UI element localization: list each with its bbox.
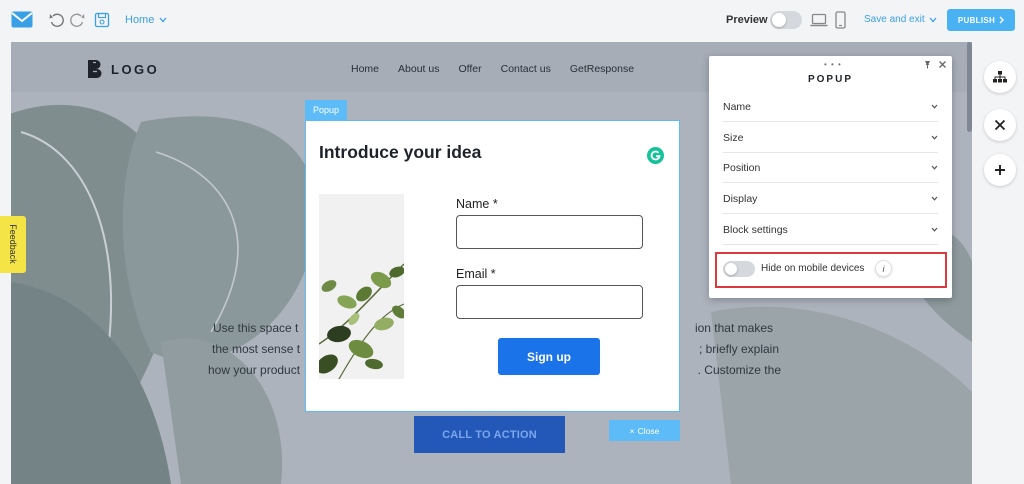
email-field-label: Email * (456, 267, 496, 281)
close-icon (994, 119, 1006, 131)
section-block-settings[interactable]: Block settings (723, 215, 938, 245)
close-label: Close (637, 425, 660, 436)
section-position-label: Position (723, 161, 761, 174)
chevron-down-icon (159, 17, 167, 23)
logo-text: LOGO (111, 61, 160, 77)
hide-on-mobile-toggle[interactable] (723, 261, 755, 277)
section-size[interactable]: Size (723, 123, 938, 153)
sign-up-button[interactable]: Sign up (498, 338, 600, 375)
section-position[interactable]: Position (723, 153, 938, 183)
page-selector-label: Home (125, 14, 155, 26)
popup-tag[interactable]: Popup (305, 100, 347, 120)
publish-label: PUBLISH (957, 15, 996, 25)
chevron-down-icon (931, 196, 938, 201)
pin-icon[interactable] (923, 60, 932, 69)
mail-icon[interactable] (11, 11, 33, 28)
desktop-icon[interactable] (810, 12, 828, 28)
publish-button[interactable]: PUBLISH (947, 9, 1015, 31)
popup-block[interactable]: Introduce your idea Name * Email * Sign … (305, 120, 680, 412)
sitemap-icon (993, 71, 1007, 83)
site-menu-item-home[interactable]: Home (351, 63, 379, 75)
eucalyptus-image (319, 194, 404, 379)
add-block-button[interactable] (984, 154, 1016, 186)
body-line-3-right: . Customize the (697, 363, 781, 377)
call-to-action-button[interactable]: CALL TO ACTION (414, 416, 565, 453)
site-menu-item-offer[interactable]: Offer (458, 63, 481, 75)
page-selector[interactable]: Home (125, 14, 167, 26)
close-button[interactable] (984, 109, 1016, 141)
email-field[interactable] (456, 285, 643, 319)
chevron-down-icon (931, 165, 938, 170)
info-icon[interactable]: i (875, 260, 892, 277)
mobile-icon[interactable] (835, 11, 846, 29)
chevron-down-icon (931, 135, 938, 140)
preview-toggle[interactable] (770, 11, 802, 29)
undo-icon[interactable] (48, 12, 64, 28)
canvas-scrollbar[interactable] (967, 42, 972, 132)
name-field[interactable] (456, 215, 643, 249)
close-icon[interactable] (938, 60, 947, 69)
close-icon: × (629, 425, 635, 436)
chevron-right-icon (999, 16, 1005, 24)
toggle-knob (772, 13, 786, 27)
section-size-label: Size (723, 131, 744, 144)
popup-title[interactable]: Introduce your idea (319, 142, 481, 163)
chevron-down-icon (929, 17, 937, 22)
grammarly-icon[interactable] (647, 147, 664, 164)
body-line-2-right: ; briefly explain (698, 342, 779, 356)
section-block-settings-label: Block settings (723, 223, 788, 236)
panel-title: POPUP (807, 74, 853, 85)
section-name[interactable]: Name (723, 92, 938, 122)
site-menu: Home About us Offer Contact us GetRespon… (351, 63, 634, 75)
popup-image[interactable] (319, 194, 404, 379)
body-line-2-left: the most sense t (212, 342, 301, 356)
site-menu-item-about[interactable]: About us (398, 63, 439, 75)
body-line-1-right: ion that makes (694, 321, 773, 335)
section-display[interactable]: Display (723, 184, 938, 214)
site-logo[interactable]: LOGO (87, 59, 159, 79)
feedback-label: Feedback (8, 224, 18, 264)
body-line-3-left: how your product (208, 363, 301, 377)
popup-close-button[interactable]: × Close (609, 420, 680, 441)
drag-handle-icon[interactable]: • • • (824, 60, 842, 69)
chevron-down-icon (931, 104, 938, 109)
toggle-knob (725, 263, 737, 275)
site-menu-item-getresponse[interactable]: GetResponse (570, 63, 634, 75)
top-toolbar: Home Preview Save and exit PUBLISH (0, 0, 1024, 41)
plus-icon (995, 165, 1005, 175)
redo-icon[interactable] (70, 12, 86, 28)
chevron-down-icon (931, 227, 938, 232)
save-icon[interactable] (94, 12, 110, 28)
hide-on-mobile-label: Hide on mobile devices (761, 263, 865, 274)
preview-label: Preview (726, 14, 768, 26)
section-name-label: Name (723, 100, 752, 113)
feedback-tab[interactable]: Feedback (0, 216, 26, 273)
popup-settings-panel: • • • POPUP Name Size Position Display B… (709, 56, 952, 298)
save-and-exit-button[interactable]: Save and exit (864, 14, 937, 25)
logo-mark-icon (88, 60, 102, 78)
section-display-label: Display (723, 192, 758, 205)
sitemap-button[interactable] (984, 61, 1016, 93)
name-field-label: Name * (456, 197, 498, 211)
body-line-1-left: Use this space t (213, 321, 299, 335)
site-menu-item-contact[interactable]: Contact us (501, 63, 551, 75)
save-and-exit-label: Save and exit (864, 14, 925, 25)
